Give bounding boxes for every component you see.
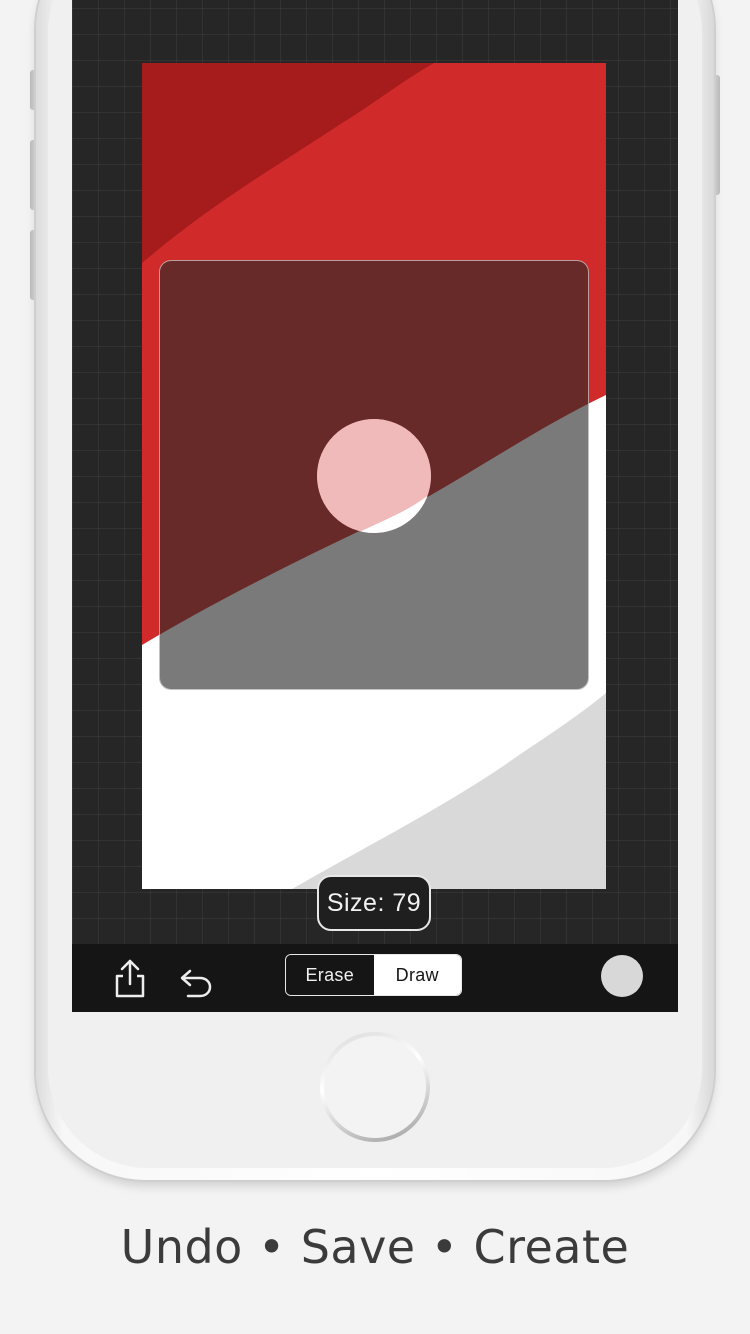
home-button bbox=[320, 1032, 430, 1142]
share-icon bbox=[115, 959, 145, 998]
brush-size-cursor[interactable] bbox=[317, 419, 431, 533]
draw-mode-button[interactable]: Draw bbox=[373, 955, 461, 995]
undo-icon bbox=[180, 969, 212, 998]
promo-caption: Undo • Save • Create bbox=[120, 1220, 630, 1274]
brush-cursor-graphic bbox=[317, 419, 431, 533]
brush-size-label: Size: 79 bbox=[317, 875, 431, 931]
home-button-center bbox=[324, 1036, 426, 1138]
undo-button[interactable] bbox=[172, 956, 216, 1000]
share-button[interactable] bbox=[108, 956, 152, 1000]
bottom-toolbar: Erase Draw bbox=[72, 944, 678, 1012]
drawing-screen: Size: 79 Erase Draw bbox=[72, 0, 678, 1012]
mode-segmented-control: Erase Draw bbox=[285, 954, 462, 996]
color-picker-button[interactable] bbox=[601, 955, 643, 997]
erase-mode-button[interactable]: Erase bbox=[286, 955, 374, 995]
